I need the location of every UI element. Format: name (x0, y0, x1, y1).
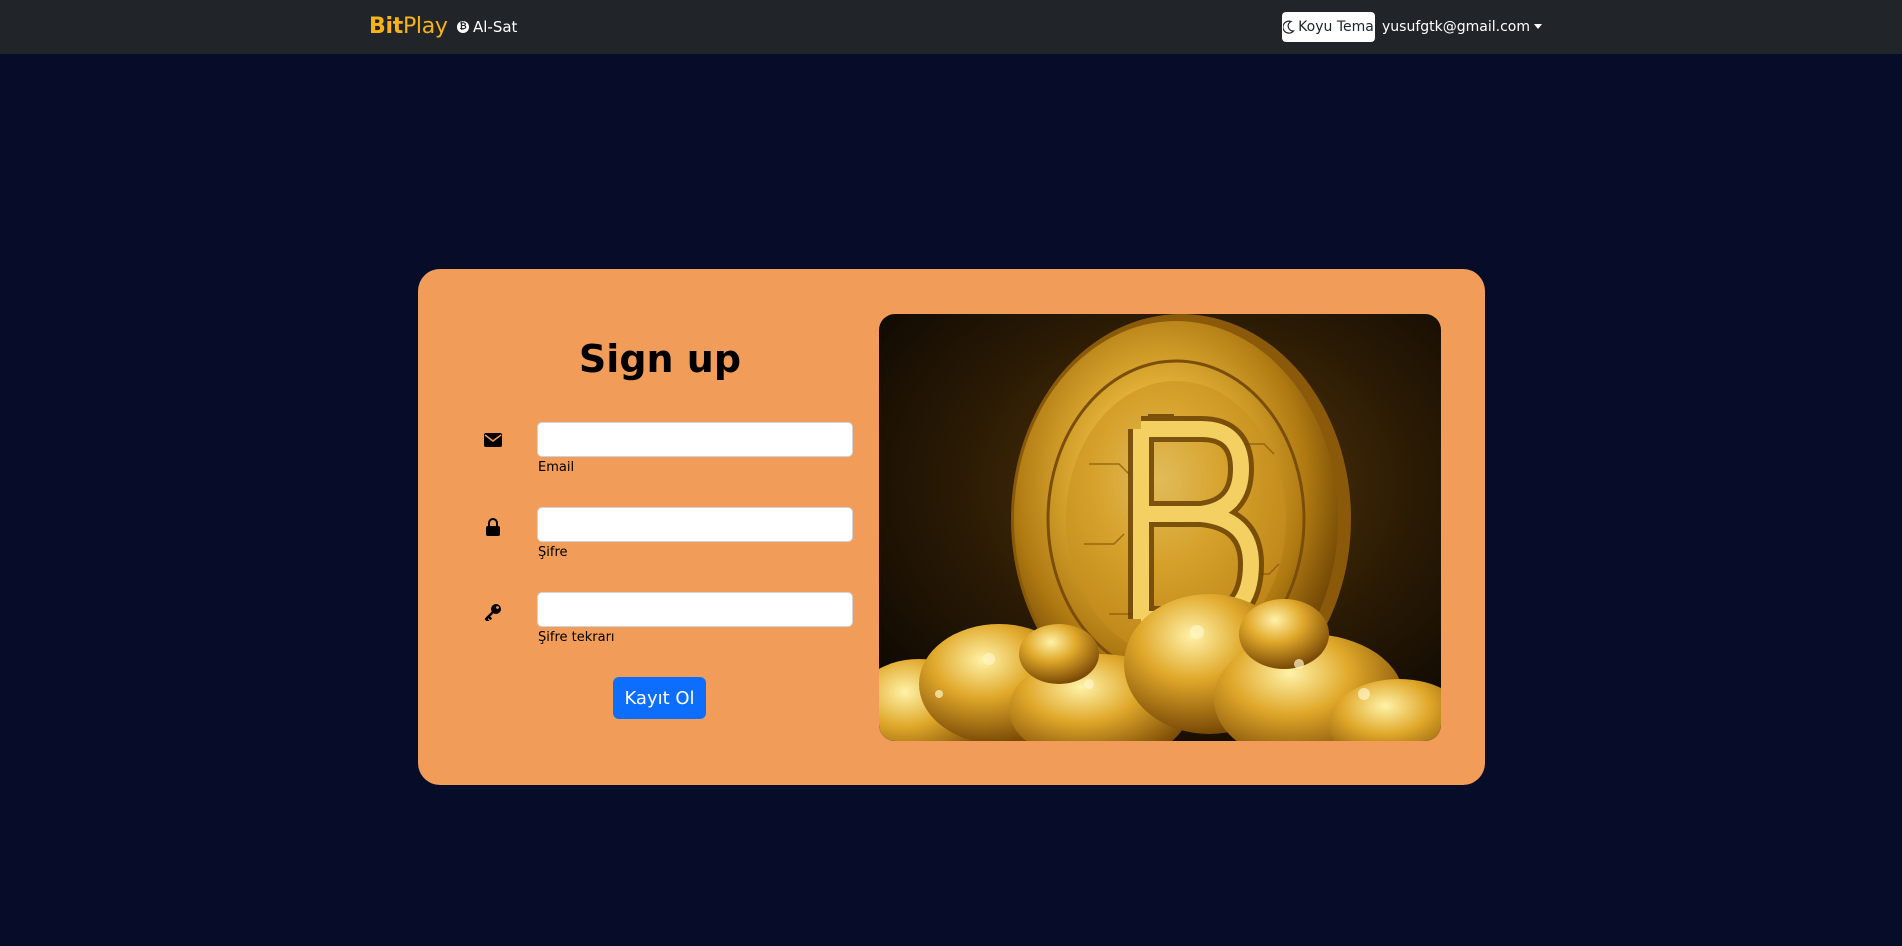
register-button[interactable]: Kayıt Ol (613, 677, 706, 719)
key-icon (483, 602, 503, 622)
nav-link-label: Al-Sat (473, 18, 518, 36)
email-field[interactable] (537, 422, 853, 457)
password-label: Şifre (538, 545, 568, 560)
user-dropdown[interactable]: yusufgtk@gmail.com (1382, 16, 1542, 38)
password-field[interactable] (537, 507, 853, 542)
email-label: Email (538, 460, 575, 475)
caret-down-icon (1533, 23, 1542, 29)
password-confirm-label: Şifre tekrarı (538, 630, 615, 645)
user-email: yusufgtk@gmail.com (1382, 19, 1530, 35)
envelope-icon (483, 430, 503, 450)
bitcoin-gold-image (879, 314, 1441, 741)
page-title: Sign up (578, 337, 742, 381)
bitcoin-coin-icon: ₿ (457, 21, 469, 33)
lock-icon (483, 517, 503, 537)
signup-card: Sign up Email Şifre Şifre tekrarı Kayıt … (418, 269, 1485, 785)
brand-light-text: Play (402, 14, 448, 39)
brand-bold-text: Bit (369, 14, 403, 39)
nav-link-al-sat[interactable]: ₿ Al-Sat (457, 16, 517, 38)
brand-logo[interactable]: BitPlay (369, 13, 448, 41)
dark-theme-button[interactable]: Koyu Tema (1282, 12, 1375, 42)
password-confirm-field[interactable] (537, 592, 853, 627)
theme-button-label: Koyu Tema (1298, 19, 1374, 35)
moon-icon (1283, 20, 1296, 34)
navbar: BitPlay ₿ Al-Sat Koyu Tema yusufgtk@gmai… (0, 0, 1902, 54)
